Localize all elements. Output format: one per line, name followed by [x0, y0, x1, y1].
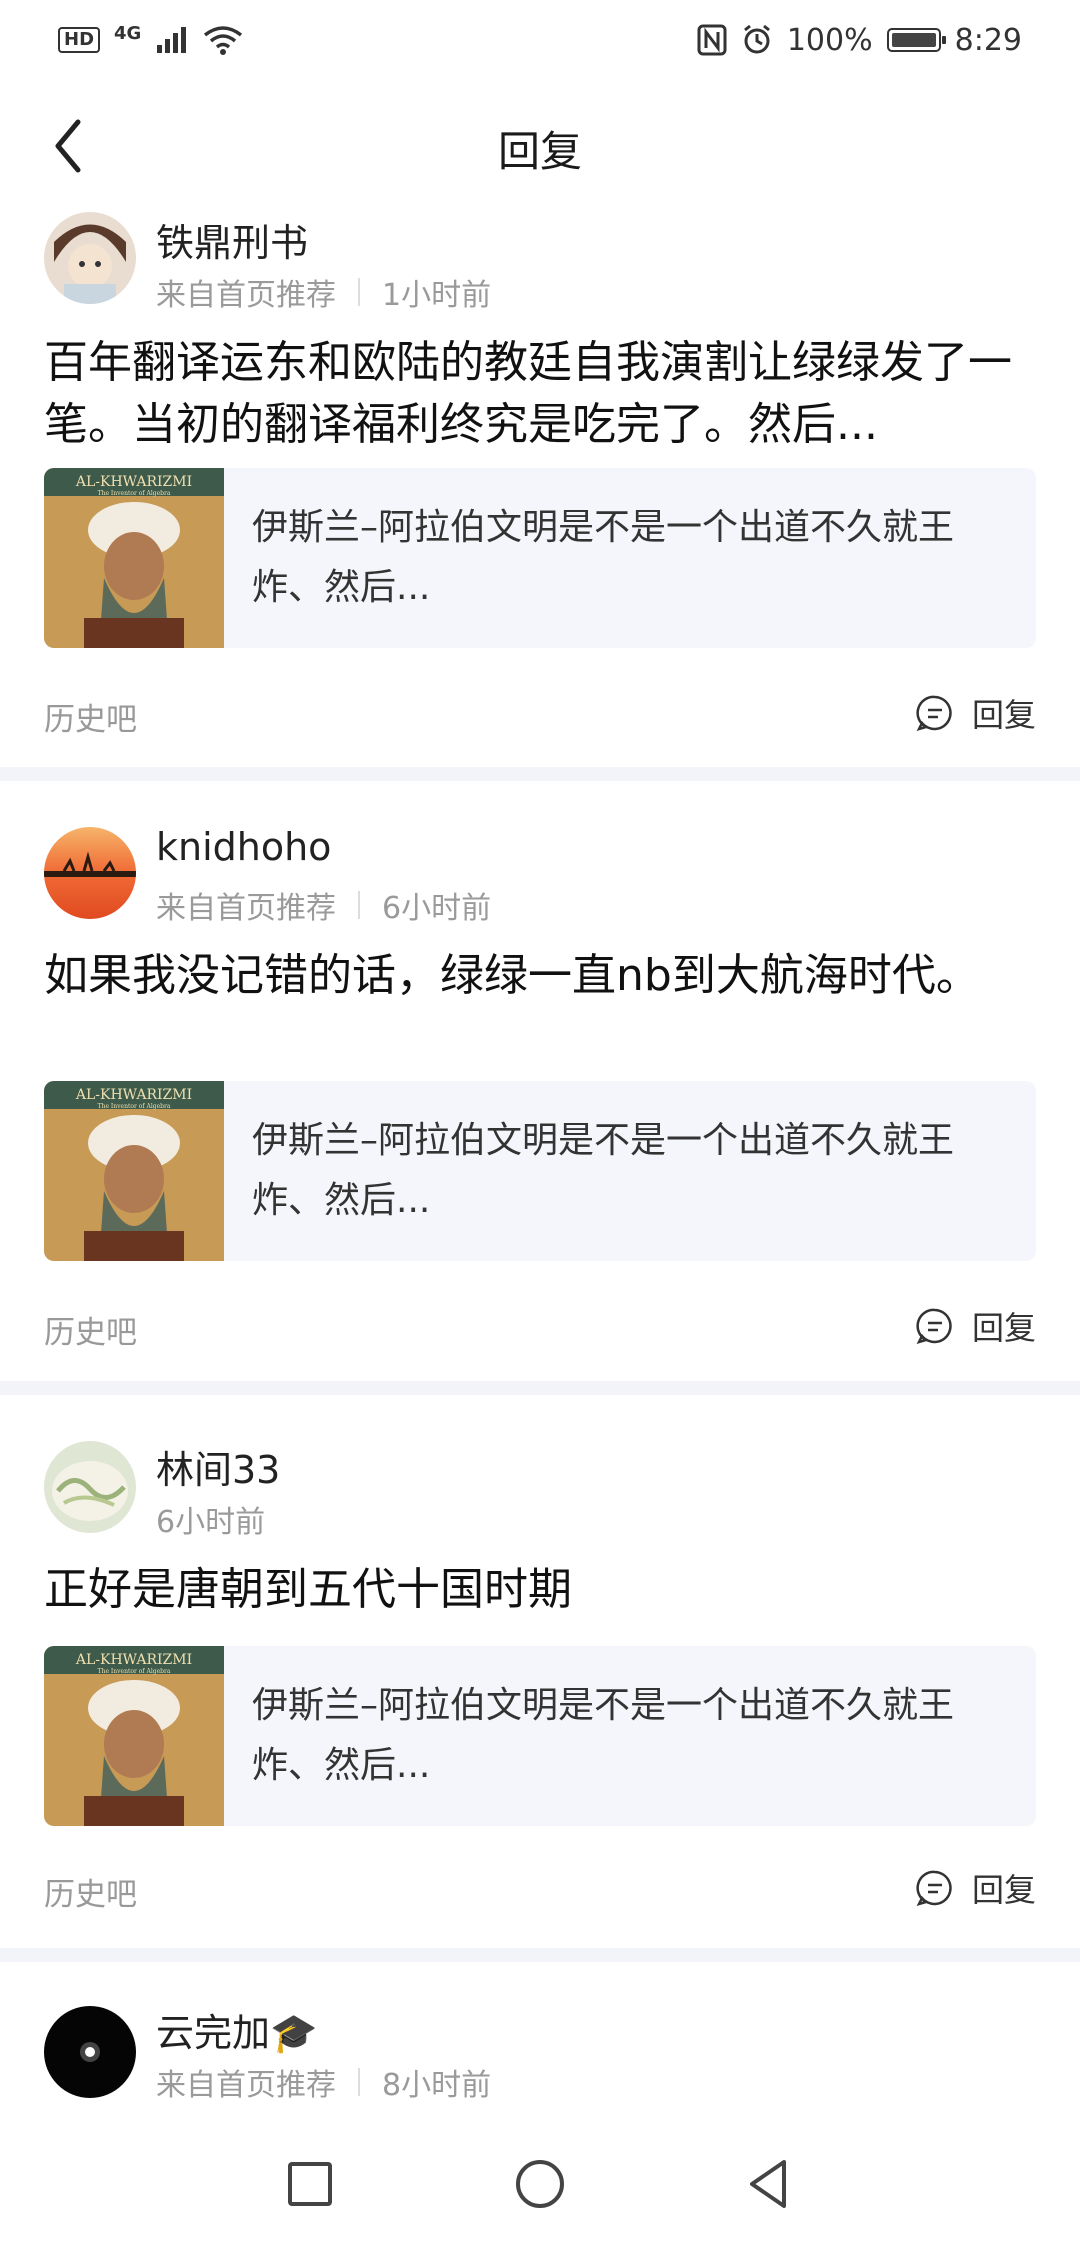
post-time: 6小时前: [156, 1505, 266, 1540]
post-time: 6小时前: [382, 891, 492, 926]
card-divider: [0, 1381, 1080, 1395]
svg-text:AL-KHWARIZMI: AL-KHWARIZMI: [75, 1652, 192, 1668]
quoted-thread-title: 伊斯兰–阿拉伯文明是不是一个出道不久就王炸、然后...: [252, 507, 955, 608]
reply-button[interactable]: 回复: [916, 1865, 1036, 1911]
home-button[interactable]: [510, 2154, 570, 2214]
reply-content[interactable]: 正好是唐朝到五代十国时期: [44, 1559, 1034, 1621]
post-time: 8小时前: [382, 2068, 492, 2103]
avatar[interactable]: [44, 2006, 136, 2098]
reply-card[interactable]: 林间33 6小时前 正好是唐朝到五代十国时期 AL-KHWARIZMI The …: [0, 1395, 1080, 1948]
forum-name[interactable]: 历史吧: [44, 694, 137, 739]
meta-divider: [358, 2068, 360, 2096]
username[interactable]: knidhoho: [156, 825, 331, 869]
avatar[interactable]: [44, 1441, 136, 1533]
circle-icon: [516, 2160, 564, 2208]
page-title: 回复: [497, 127, 582, 176]
comment-icon: [916, 1308, 952, 1344]
reply-card[interactable]: 云完加🎓 来自首页推荐 8小时前: [0, 1962, 1080, 2124]
system-nav-bar: [0, 2124, 1080, 2244]
username[interactable]: 铁鼎刑书: [156, 212, 308, 267]
svg-text:The Inventor of Algebra: The Inventor of Algebra: [98, 1103, 171, 1110]
post-meta: 来自首页推荐 8小时前: [156, 2060, 491, 2104]
clock: 8:29: [954, 22, 1022, 58]
post-time: 1小时前: [382, 278, 492, 313]
battery-icon: [886, 28, 946, 52]
comment-icon: [916, 1870, 952, 1906]
forum-name[interactable]: 历史吧: [44, 1307, 137, 1352]
quoted-thread-title: 伊斯兰–阿拉伯文明是不是一个出道不久就王炸、然后...: [252, 1120, 955, 1221]
reply-label: 回复: [971, 696, 1036, 734]
nfc-icon: [697, 24, 727, 56]
post-meta: 来自首页推荐 6小时前: [156, 883, 491, 927]
reply-label: 回复: [971, 1871, 1036, 1909]
avatar[interactable]: [44, 212, 136, 304]
book-cover-thumbnail: AL-KHWARIZMI The Inventor of Algebra: [44, 1646, 224, 1826]
hd-badge: HD: [58, 27, 101, 53]
triangle-back-icon: [750, 2160, 786, 2208]
post-source: 来自首页推荐: [156, 278, 336, 313]
username[interactable]: 云完加🎓: [156, 2002, 317, 2057]
book-cover-thumbnail: AL-KHWARIZMI The Inventor of Algebra: [44, 468, 224, 648]
recent-apps-button[interactable]: [280, 2154, 340, 2214]
quoted-thread-title: 伊斯兰–阿拉伯文明是不是一个出道不久就王炸、然后...: [252, 1685, 955, 1786]
quoted-thread[interactable]: AL-KHWARIZMI The Inventor of Algebra 伊斯兰…: [44, 468, 1036, 648]
reply-content[interactable]: 如果我没记错的话，绿绿一直nb到大航海时代。: [44, 945, 984, 1007]
avatar[interactable]: [44, 827, 136, 919]
square-icon: [288, 2162, 332, 2206]
signal-icon: [157, 27, 187, 53]
wifi-icon: [204, 26, 243, 55]
alarm-icon: [743, 24, 770, 54]
svg-text:AL-KHWARIZMI: AL-KHWARIZMI: [75, 1087, 192, 1103]
svg-text:The Inventor of Algebra: The Inventor of Algebra: [98, 1668, 171, 1675]
book-cover-thumbnail: AL-KHWARIZMI The Inventor of Algebra: [44, 1081, 224, 1261]
battery-percent: 100%: [786, 22, 873, 58]
reply-content[interactable]: 百年翻译运东和欧陆的教廷自我演割让绿绿发了一笔。当初的翻译福利终究是吃完了。然后…: [44, 332, 1034, 456]
post-meta: 来自首页推荐 1小时前: [156, 270, 491, 314]
comment-icon: [916, 695, 952, 731]
quoted-thread[interactable]: AL-KHWARIZMI The Inventor of Algebra 伊斯兰…: [44, 1081, 1036, 1261]
svg-text:The Inventor of Algebra: The Inventor of Algebra: [98, 490, 171, 497]
meta-divider: [358, 278, 360, 306]
reply-button[interactable]: 回复: [916, 690, 1036, 736]
reply-button[interactable]: 回复: [916, 1303, 1036, 1349]
reply-feed[interactable]: 铁鼎刑书 来自首页推荐 1小时前 百年翻译运东和欧陆的教廷自我演割让绿绿发了一笔…: [0, 212, 1080, 2124]
reply-card[interactable]: 铁鼎刑书 来自首页推荐 1小时前 百年翻译运东和欧陆的教廷自我演割让绿绿发了一笔…: [0, 212, 1080, 767]
username[interactable]: 林间33: [156, 1439, 280, 1494]
status-bar: HD 4G 100% 8:29: [0, 0, 1080, 80]
post-meta: 6小时前: [156, 1497, 265, 1541]
card-divider: [0, 767, 1080, 781]
page-header: 回复: [0, 80, 1080, 213]
back-nav-button[interactable]: [738, 2154, 798, 2214]
network-label: 4G: [114, 22, 142, 44]
post-source: 来自首页推荐: [156, 891, 336, 926]
reply-label: 回复: [971, 1309, 1036, 1347]
forum-name[interactable]: 历史吧: [44, 1869, 137, 1914]
post-source: 来自首页推荐: [156, 2068, 336, 2103]
svg-text:AL-KHWARIZMI: AL-KHWARIZMI: [75, 474, 192, 490]
quoted-thread[interactable]: AL-KHWARIZMI The Inventor of Algebra 伊斯兰…: [44, 1646, 1036, 1826]
meta-divider: [358, 891, 360, 919]
card-divider: [0, 1948, 1080, 1962]
reply-card[interactable]: knidhoho 来自首页推荐 6小时前 如果我没记错的话，绿绿一直nb到大航海…: [0, 781, 1080, 1381]
